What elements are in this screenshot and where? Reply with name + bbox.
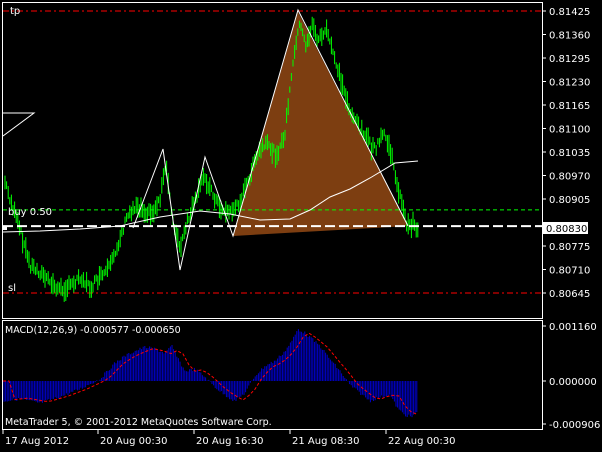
chart-canvas[interactable]: tp buy 0.50 sl MACD(12,26,9) -0.000577 -… <box>0 0 602 452</box>
time-axis-label: 20 Aug 00:30 <box>100 436 167 447</box>
macd-histogram <box>3 329 418 418</box>
price-axis-label: 0.81425 <box>549 7 590 18</box>
time-axis-label: 21 Aug 08:30 <box>292 436 359 447</box>
current-price-tag: 0.80830 <box>543 222 588 235</box>
price-axis-label: 0.81035 <box>549 148 590 159</box>
metatrader-chart-window: tp buy 0.50 sl MACD(12,26,9) -0.000577 -… <box>0 0 602 452</box>
price-axis-label: 0.81360 <box>549 31 590 42</box>
buy-label: buy 0.50 <box>8 207 52 218</box>
macd-title: MACD(12,26,9) -0.000577 -0.000650 <box>5 325 181 336</box>
time-axis[interactable]: 17 Aug 2012 20 Aug 00:30 20 Aug 16:30 21 Au… <box>2 430 455 447</box>
price-axis-label: 0.80775 <box>549 242 590 253</box>
time-axis-label: 22 Aug 00:30 <box>388 436 455 447</box>
price-axis-label: 0.81165 <box>549 101 590 112</box>
price-axis-label: 0.81295 <box>549 54 590 65</box>
price-axis-label: 0.80970 <box>549 172 590 183</box>
previous-pattern-line <box>3 112 36 137</box>
tp-label: tp <box>10 6 20 17</box>
time-axis-label: 17 Aug 2012 <box>5 436 69 447</box>
price-axis-label: 0.80645 <box>549 289 590 300</box>
macd-signal-line <box>3 332 418 415</box>
price-axis[interactable]: 0.81425 0.81360 0.81295 0.81230 0.81165 0.811… <box>542 7 590 300</box>
sl-label: sl <box>8 283 16 294</box>
macd-axis-label: -0.000906 <box>549 420 600 431</box>
harmonic-pattern-fill <box>233 12 408 236</box>
time-axis-label: 20 Aug 16:30 <box>196 436 263 447</box>
macd-area[interactable]: MACD(12,26,9) -0.000577 -0.000650 MetaTr… <box>3 325 418 428</box>
copyright-text: MetaTrader 5, © 2001-2012 MetaQuotes Sof… <box>5 417 272 428</box>
macd-axis-label: 0.000000 <box>549 377 597 388</box>
price-axis-label: 0.80710 <box>549 266 590 277</box>
price-chart-area[interactable]: tp buy 0.50 sl <box>3 6 542 302</box>
bid-left-marker <box>3 226 7 230</box>
macd-axis-label: 0.001160 <box>549 322 597 333</box>
current-price-value: 0.80830 <box>546 224 587 235</box>
price-axis-label: 0.80905 <box>549 195 590 206</box>
price-axis-label: 0.81100 <box>549 125 590 136</box>
price-axis-label: 0.81230 <box>549 78 590 89</box>
macd-axis[interactable]: 0.001160 0.000000 -0.000906 <box>542 322 600 431</box>
